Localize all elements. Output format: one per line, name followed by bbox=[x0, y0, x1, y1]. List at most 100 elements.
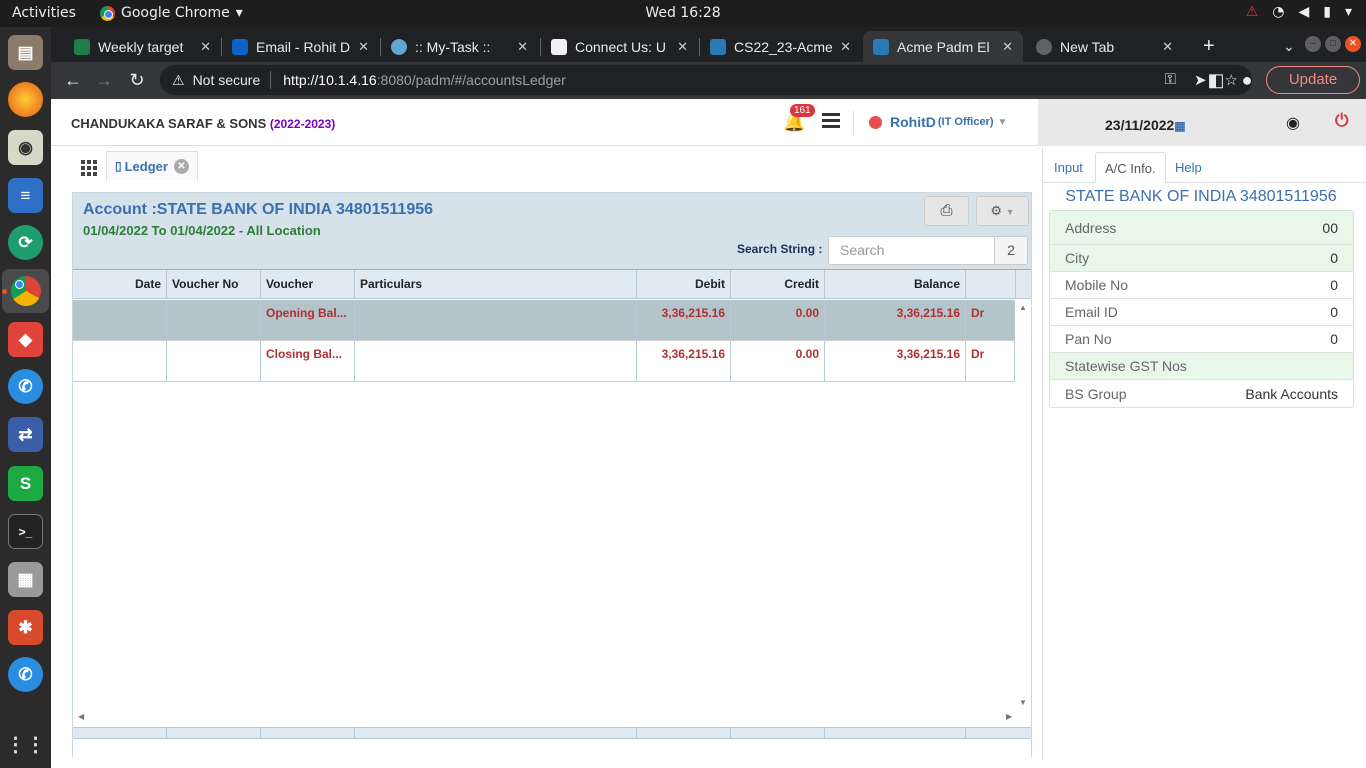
reload-icon[interactable]: ↻ bbox=[124, 68, 150, 94]
phone-icon[interactable]: ✆ bbox=[8, 369, 43, 404]
tab-ledger-label: Ledger bbox=[124, 158, 168, 174]
writer-icon[interactable]: ≡ bbox=[8, 178, 43, 213]
terminal-icon[interactable]: >_ bbox=[8, 514, 43, 549]
app-menu[interactable]: Google Chrome ▾ bbox=[100, 5, 243, 21]
table-footer bbox=[73, 727, 1031, 739]
column-header-drcr[interactable] bbox=[966, 270, 1016, 298]
account-details: Address 00 City 0 Mobile No 0 Email ID 0 Pan… bbox=[1049, 210, 1354, 408]
close-icon[interactable]: ✕ bbox=[358, 39, 369, 55]
close-window-icon[interactable]: ✕ bbox=[1345, 36, 1361, 52]
new-tab-icon bbox=[1036, 38, 1052, 55]
settings-button[interactable]: ⚙ ▼ bbox=[976, 196, 1029, 226]
column-header-credit[interactable]: Credit bbox=[731, 270, 825, 298]
info-row-gst[interactable]: Statewise GST Nos bbox=[1050, 353, 1353, 380]
column-header-voucher-no[interactable]: Voucher No bbox=[167, 270, 261, 298]
account-info-panel: Input A/C Info. Help STATE BANK OF INDIA… bbox=[1042, 148, 1366, 760]
warning-icon[interactable]: ⚠ bbox=[1246, 4, 1259, 20]
network-icon[interactable]: ⇄ bbox=[8, 417, 43, 452]
calculator-icon[interactable]: ▦ bbox=[8, 562, 43, 597]
url-input[interactable]: ⚠ Not secure http://10.1.4.16:8080/padm/… bbox=[160, 65, 1252, 95]
column-header-balance[interactable]: Balance bbox=[825, 270, 966, 298]
tab-ledger[interactable]: ▯ Ledger ✕ bbox=[106, 151, 198, 180]
close-icon[interactable]: ✕ bbox=[517, 39, 528, 55]
cell-date bbox=[73, 341, 167, 381]
forward-icon[interactable]: → bbox=[91, 68, 117, 94]
horizontal-scrollbar[interactable]: ◀ ▶ bbox=[73, 711, 1015, 725]
tab-ac-info[interactable]: A/C Info. bbox=[1095, 152, 1166, 183]
minimize-icon[interactable]: – bbox=[1305, 36, 1321, 52]
browser-tab[interactable]: CS22_23-Acme ✕ bbox=[700, 31, 861, 62]
browser-tab[interactable]: Connect Us: U ✕ bbox=[541, 31, 698, 62]
profile-icon[interactable]: ● bbox=[1234, 68, 1260, 94]
info-row-email: Email ID 0 bbox=[1050, 299, 1353, 326]
browser-tab[interactable]: :: My-Task :: ✕ bbox=[381, 31, 538, 62]
close-icon[interactable]: ✕ bbox=[200, 39, 211, 55]
column-header-voucher[interactable]: Voucher bbox=[261, 270, 355, 298]
phone-icon[interactable]: ✆ bbox=[8, 657, 43, 692]
close-icon[interactable]: ✕ bbox=[1002, 39, 1013, 55]
browser-tab[interactable]: Weekly target ✕ bbox=[64, 31, 221, 62]
close-icon[interactable]: ✕ bbox=[1162, 39, 1173, 55]
wifi-icon: ◔ bbox=[1272, 4, 1285, 20]
scroll-left-icon[interactable]: ◀ bbox=[78, 712, 84, 721]
close-icon[interactable]: ✕ bbox=[677, 39, 688, 55]
browser-tab[interactable]: New Tab ✕ bbox=[1026, 31, 1183, 62]
cell-credit: 0.00 bbox=[731, 300, 825, 340]
scroll-right-icon[interactable]: ▶ bbox=[1006, 712, 1012, 721]
column-header-date[interactable]: Date bbox=[73, 270, 167, 298]
chrome-dock-icon[interactable] bbox=[2, 269, 49, 313]
anydesk-icon[interactable]: ◆ bbox=[8, 322, 43, 357]
warning-icon[interactable]: ⚠ bbox=[172, 72, 185, 89]
site-icon bbox=[551, 38, 567, 55]
grid-icon[interactable] bbox=[72, 151, 106, 180]
print-button[interactable]: ⎙ bbox=[924, 196, 969, 226]
update-button[interactable]: Update bbox=[1266, 66, 1360, 94]
activities-button[interactable]: Activities bbox=[12, 5, 76, 21]
cell-voucher-no bbox=[167, 341, 261, 381]
tab-help[interactable]: Help bbox=[1166, 152, 1211, 183]
scroll-down-icon[interactable]: ▼ bbox=[1019, 698, 1027, 707]
company-name: CHANDUKAKA SARAF & SONS (2022-2023) bbox=[71, 116, 336, 131]
clock[interactable]: Wed 16:28 bbox=[645, 5, 720, 21]
menu-icon[interactable] bbox=[822, 113, 840, 129]
user-name: RohitD bbox=[890, 114, 936, 130]
tab-input[interactable]: Input bbox=[1045, 152, 1092, 183]
vertical-scrollbar[interactable]: ▲ ▼ bbox=[1015, 300, 1031, 710]
show-apps-icon[interactable]: ⋮⋮ bbox=[6, 727, 46, 762]
maximize-icon[interactable]: □ bbox=[1325, 36, 1341, 52]
column-header-debit[interactable]: Debit bbox=[637, 270, 731, 298]
system-tray[interactable]: ⚠ ◔ ◀ ▮ ▾ bbox=[1246, 4, 1352, 20]
account-title: Account :STATE BANK OF INDIA 34801511956 bbox=[83, 201, 434, 218]
back-icon[interactable]: ← bbox=[60, 68, 86, 94]
column-header-particulars[interactable]: Particulars bbox=[355, 270, 637, 298]
firefox-icon[interactable] bbox=[8, 82, 43, 117]
sync-icon[interactable]: ⟳ bbox=[8, 225, 43, 260]
table-row[interactable]: Opening Bal... 3,36,215.16 0.00 3,36,215… bbox=[73, 300, 1015, 341]
cell-drcr: Dr bbox=[966, 300, 1015, 340]
browser-tab-active[interactable]: Acme Padm El ✕ bbox=[863, 31, 1023, 62]
key-icon[interactable]: ⚿ bbox=[1165, 71, 1176, 89]
search-input[interactable]: Search bbox=[828, 236, 995, 265]
browser-tab[interactable]: Email - Rohit D ✕ bbox=[222, 31, 379, 62]
calendar-icon[interactable]: ▦ bbox=[1174, 119, 1185, 133]
sheets-icon[interactable]: S bbox=[8, 466, 43, 501]
eye-slash-icon[interactable]: ◉ bbox=[1286, 113, 1300, 133]
power-icon[interactable]: ⏻ bbox=[1335, 111, 1348, 131]
files-icon[interactable]: ▤ bbox=[8, 35, 43, 70]
cell-balance: 3,36,215.16 bbox=[825, 300, 966, 340]
scroll-up-icon[interactable]: ▲ bbox=[1019, 303, 1027, 312]
user-menu[interactable]: RohitD (IT Officer) ▼ bbox=[869, 114, 1007, 130]
settings-tool-icon[interactable]: ✱ bbox=[8, 610, 43, 645]
date-picker[interactable]: 23/11/2022▦ bbox=[1105, 117, 1186, 133]
disk-icon[interactable]: ◉ bbox=[8, 130, 43, 165]
not-secure-label[interactable]: Not secure bbox=[193, 72, 261, 88]
table-row[interactable]: Closing Bal... 3,36,215.16 0.00 3,36,215… bbox=[73, 341, 1015, 382]
module-tabs: ▯ Ledger ✕ bbox=[72, 151, 198, 181]
window-controls: – □ ✕ bbox=[1305, 36, 1361, 52]
tab-search-icon[interactable]: ⌄ bbox=[1273, 31, 1303, 62]
close-icon[interactable]: ✕ bbox=[840, 39, 851, 55]
new-tab-button[interactable]: + bbox=[1193, 31, 1223, 62]
close-icon[interactable]: ✕ bbox=[173, 158, 189, 174]
react-icon bbox=[391, 38, 407, 55]
side-panel-icon[interactable]: ◧ bbox=[1203, 68, 1229, 94]
